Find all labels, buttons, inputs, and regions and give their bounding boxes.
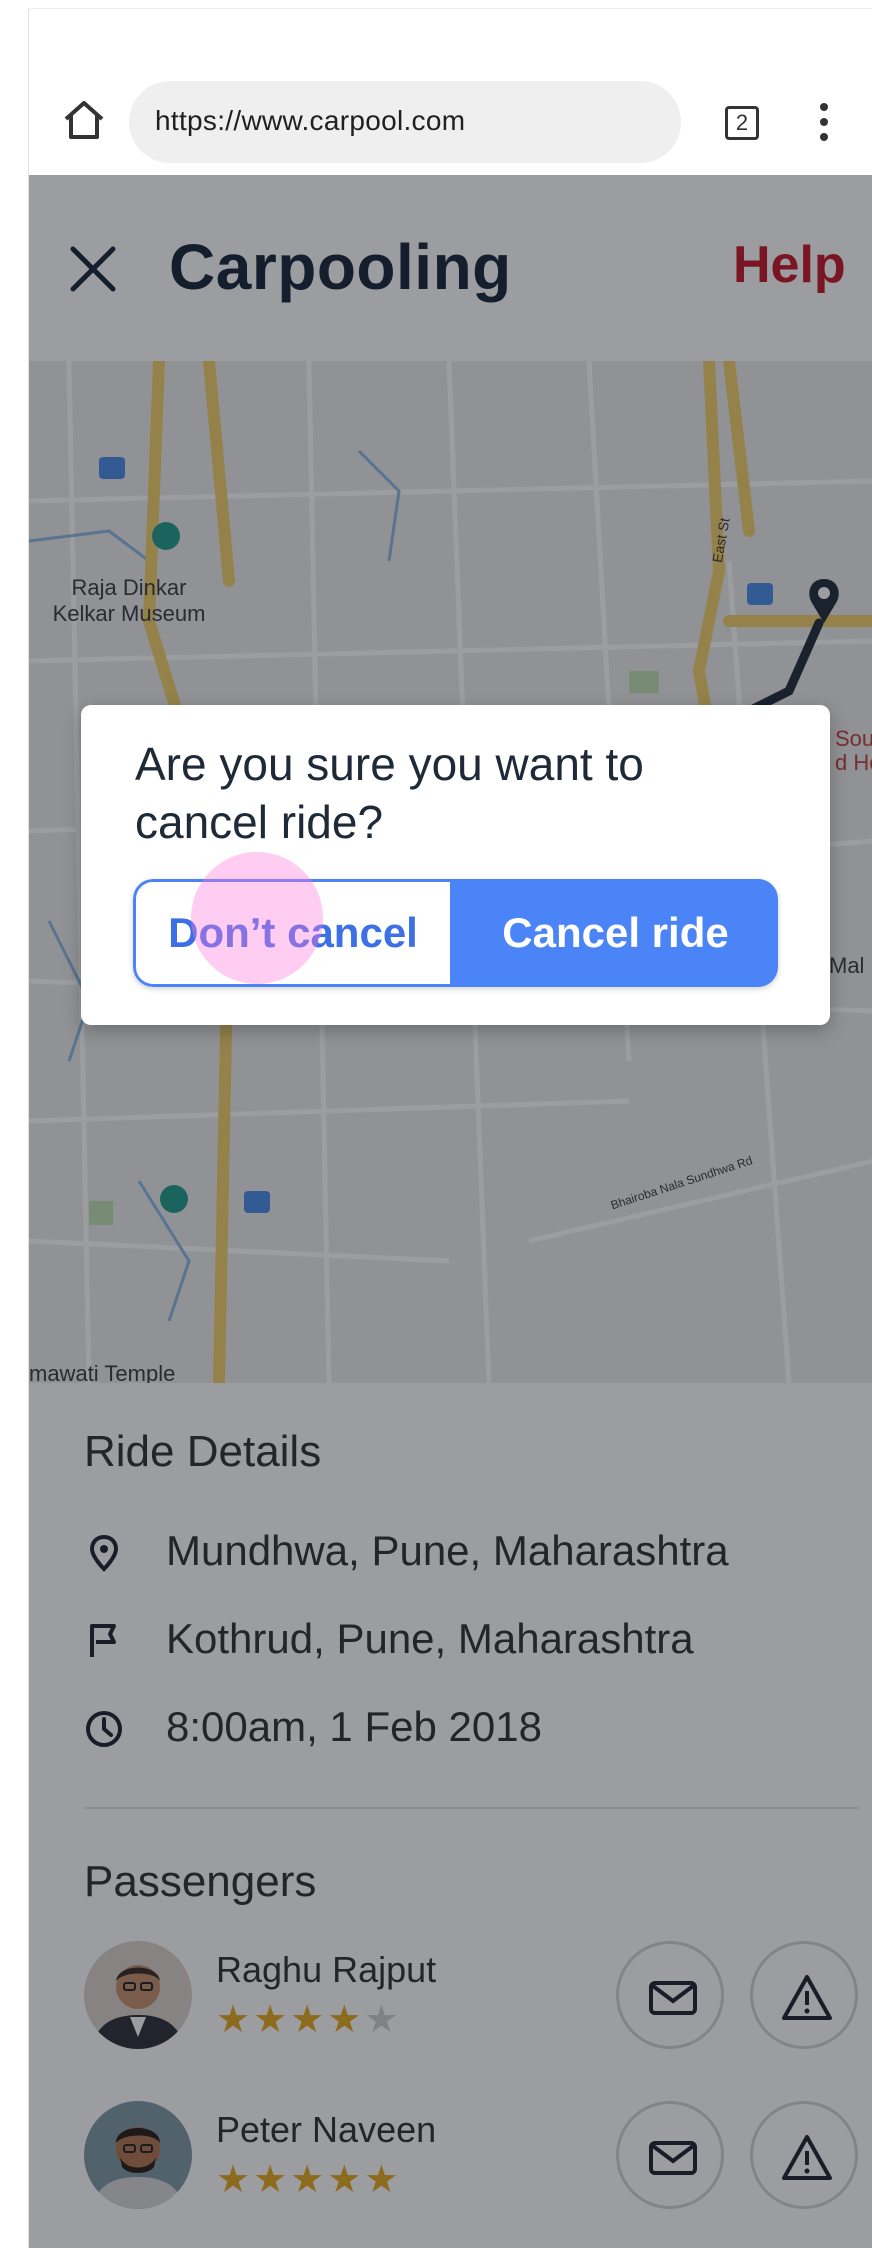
home-icon[interactable] bbox=[61, 97, 107, 143]
tab-count-button[interactable]: 2 bbox=[725, 106, 759, 140]
touch-indicator bbox=[191, 852, 323, 984]
dialog-question: Are you sure you want to cancel ride? bbox=[135, 738, 644, 848]
phone-screen: https://www.carpool.com 2 Carpooling Hel… bbox=[28, 8, 872, 2248]
browser-menu-icon[interactable] bbox=[819, 103, 829, 143]
modal-overlay[interactable] bbox=[29, 175, 872, 2248]
cancel-ride-button[interactable]: Cancel ride bbox=[453, 879, 778, 987]
address-bar[interactable]: https://www.carpool.com bbox=[129, 81, 681, 163]
address-bar-url: https://www.carpool.com bbox=[155, 105, 466, 136]
cancel-ride-dialog: Are you sure you want to cancel ride? Do… bbox=[81, 705, 830, 1025]
browser-toolbar: https://www.carpool.com 2 bbox=[29, 9, 872, 175]
